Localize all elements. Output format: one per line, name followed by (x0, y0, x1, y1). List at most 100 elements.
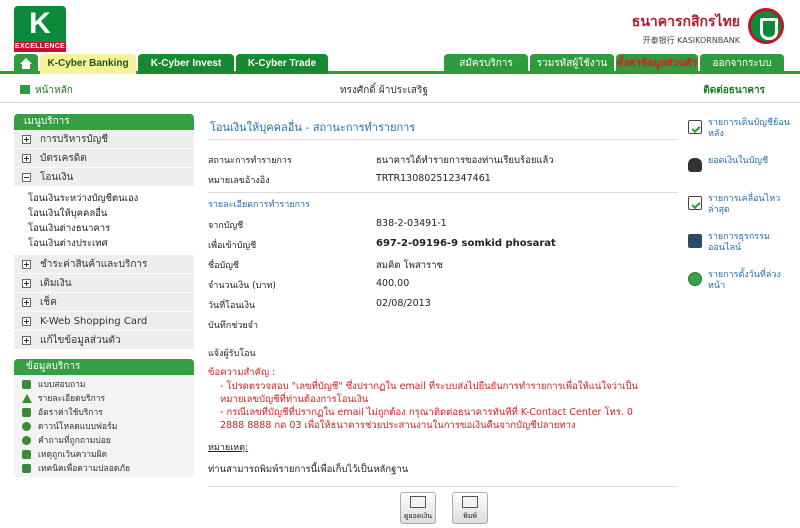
notice-line: หมายเลขบัญชีที่ท่านต้องการโอนเงิน (220, 394, 369, 405)
sidebar-item-cheque[interactable]: เช็ค (14, 293, 194, 312)
divider (208, 192, 678, 193)
quick-link-label: ยอดเงินในบัญชี (708, 156, 769, 166)
print-label: พิมพ์ (463, 512, 477, 520)
transfer-submenu: โอนเงินระหว่างบัญชีตนเอง โอนเงินให้บุคคล… (14, 187, 194, 255)
sidebar-item-top-up[interactable]: เติมเงิน (14, 274, 194, 293)
sidebar-item-credit-card[interactable]: บัตรเครดิต (14, 149, 194, 168)
quick-account-balance[interactable]: ยอดเงินในบัญชี (686, 156, 796, 190)
info-item-service-details[interactable]: รายละเอียดบริการ (22, 391, 194, 405)
tab-personal-settings[interactable]: ตั้งค่าข้อมูลส่วนตัว (616, 54, 698, 74)
submenu-own-account[interactable]: โอนเงินระหว่างบัญชีตนเอง (28, 191, 194, 206)
info-item-label: ดาวน์โหลดแบบฟอร์ม (38, 422, 118, 432)
sidebar-item-label: K-Web Shopping Card (40, 316, 148, 327)
quick-statement-history[interactable]: รายการเดินบัญชีย้อนหลัง (686, 118, 796, 152)
info-item-label: คำถามที่ถูกถามบ่อย (38, 436, 111, 446)
tab-combine-user[interactable]: รวมรหัสผู้ใช้งาน (530, 54, 614, 74)
contact-bank-link[interactable]: ติดต่อธนาคาร (703, 83, 765, 98)
info-item-faq[interactable]: คำถามที่ถูกถามบ่อย (22, 433, 194, 447)
sidebar-item-k-web-shopping-card[interactable]: K-Web Shopping Card (14, 312, 194, 331)
info-item-exemption[interactable]: เหตุถูกเว้นความผิด (22, 447, 194, 461)
notice-line: - โปรดตรวจสอบ "เลขที่บัญชี" ซึ่งปรากฏใน … (220, 381, 639, 392)
quick-link-label: รายการตั้งวันที่ล่วงหน้า (708, 270, 781, 291)
sidebar-item-label: ชำระค่าสินค้าและบริการ (40, 259, 148, 270)
account-name-label: ชื่อบัญชี (208, 261, 240, 271)
submenu-other-person[interactable]: โอนเงินให้บุคคลอื่น (28, 206, 194, 221)
sidebar-item-label: เติมเงิน (40, 278, 72, 289)
print-button[interactable]: พิมพ์ (452, 492, 488, 524)
expand-icon (22, 279, 31, 288)
quick-links: รายการเดินบัญชีย้อนหลัง ยอดเงินในบัญชี ร… (686, 118, 796, 308)
home-link[interactable]: หน้าหลัก (20, 83, 73, 98)
logo-tag: EXCELLENCE (14, 42, 66, 52)
from-account-value: 838-2-03491-1 (376, 218, 447, 229)
submenu-international[interactable]: โอนเงินต่างประเทศ (28, 236, 194, 251)
star-icon (22, 394, 32, 403)
notify-label: แจ้งผู้รับโอน (208, 349, 256, 359)
view-balance-button[interactable]: ดูยอดเงิน (400, 492, 436, 524)
home-icon (20, 58, 32, 69)
question-icon (22, 436, 31, 445)
to-account-value: 697-2-09196-9 somkid phosarat (376, 238, 556, 249)
sidebar-item-label: แก้ไขข้อมูลส่วนตัว (40, 335, 121, 346)
checklist-icon (688, 120, 702, 134)
view-balance-label: ดูยอดเงิน (404, 512, 432, 520)
sidebar-item-bill-payment[interactable]: ชำระค่าสินค้าและบริการ (14, 255, 194, 274)
quick-online-transactions[interactable]: รายการธุรกรรมออนไลน์ (686, 232, 796, 266)
sidebar-item-transfer[interactable]: โอนเงิน (14, 168, 194, 187)
bank-name: ธนาคารกสิกรไทย 开泰银行 KASIKORNBANK (632, 11, 740, 46)
info-item-security-tips[interactable]: เทคนิคเพื่อความปลอดภัย (22, 461, 194, 475)
info-item-label: แบบสอบถาม (38, 380, 86, 390)
service-info-title: ข้อมูลบริการ (14, 359, 194, 375)
tab-k-cyber-banking[interactable]: K-Cyber Banking (40, 54, 136, 74)
clock-icon (688, 272, 702, 286)
details-title: รายละเอียดการทำรายการ (208, 200, 310, 210)
info-item-fees[interactable]: อัตราค่าใช้บริการ (22, 405, 194, 419)
date-value: 02/08/2013 (376, 298, 431, 309)
date-label: วันที่โอนเงิน (208, 301, 256, 311)
submenu-other-bank[interactable]: โอนเงินต่างธนาคาร (28, 221, 194, 236)
tab-k-cyber-invest[interactable]: K-Cyber Invest (138, 54, 234, 74)
expand-icon (22, 317, 31, 326)
home-link-label: หน้าหลัก (35, 85, 73, 96)
memo-row: บันทึกช่วยจำ (208, 313, 678, 333)
main-content: โอนเงินให้บุคคลอื่น - สถานะการทำรายการ ส… (208, 118, 678, 487)
memo-label: บันทึกช่วยจำ (208, 321, 259, 331)
reference-row: หมายเลขอ้างอิง TRTR130802512347461 (208, 168, 678, 188)
status-value: ธนาคารได้ทำรายการของท่านเรียบร้อยแล้ว (376, 155, 554, 166)
sidebar-item-account-management[interactable]: การบริหารบัญชี (14, 130, 194, 149)
collapse-icon (22, 173, 31, 182)
account-name-row: ชื่อบัญชี สมคิด โพสาราช (208, 253, 678, 273)
quick-latest-movements[interactable]: รายการเคลื่อนไหวล่าสุด (686, 194, 796, 228)
info-item-label: อัตราค่าใช้บริการ (38, 408, 103, 418)
document-icon (22, 408, 31, 417)
magnifier-icon (410, 496, 426, 508)
money-bag-icon (688, 158, 702, 172)
sub-bar: หน้าหลัก ทรงศักดิ์ ผ้าประเสริฐ ติดต่อธนา… (0, 77, 800, 103)
tab-logout[interactable]: ออกจากระบบ (700, 54, 784, 74)
reference-value: TRTR130802512347461 (376, 173, 491, 184)
handshake-icon (22, 450, 31, 459)
info-item-label: เหตุถูกเว้นความผิด (38, 450, 108, 460)
account-name-value: สมคิด โพสาราช (376, 260, 443, 271)
kbank-logo[interactable]: K EXCELLENCE (14, 6, 66, 52)
quick-scheduled-transactions[interactable]: รายการตั้งวันที่ล่วงหน้า (686, 270, 796, 304)
tab-register[interactable]: สมัครบริการ (444, 54, 528, 74)
service-info-box: ข้อมูลบริการ แบบสอบถาม รายละเอียดบริการ … (14, 359, 194, 477)
lock-icon (22, 464, 31, 473)
logo-letter: K (14, 6, 66, 42)
info-item-survey[interactable]: แบบสอบถาม (22, 377, 194, 391)
sidebar-item-edit-profile[interactable]: แก้ไขข้อมูลส่วนตัว (14, 331, 194, 350)
remark-text: ท่านสามารถพิมพ์รายการนี้เพื่อเก็บไว้เป็น… (208, 464, 409, 475)
notify-row: แจ้งผู้รับโอน (208, 341, 678, 361)
tab-k-cyber-trade[interactable]: K-Cyber Trade (236, 54, 328, 74)
sidebar-item-label: การบริหารบัญชี (40, 134, 108, 145)
info-item-download-forms[interactable]: ดาวน์โหลดแบบฟอร์ม (22, 419, 194, 433)
amount-value: 400.00 (376, 278, 410, 289)
info-item-label: เทคนิคเพื่อความปลอดภัย (38, 464, 130, 474)
remark-heading: หมายเหตุ: (208, 443, 249, 453)
bank-seal-icon (748, 8, 784, 44)
notice-line: - กรณีเลขที่บัญชีที่ปรากฏใน email ไม่ถูก… (220, 407, 633, 418)
home-tab[interactable] (14, 54, 38, 74)
sidebar: เมนูบริการ การบริหารบัญชี บัตรเครดิต โอน… (14, 114, 194, 477)
info-item-label: รายละเอียดบริการ (38, 394, 106, 404)
